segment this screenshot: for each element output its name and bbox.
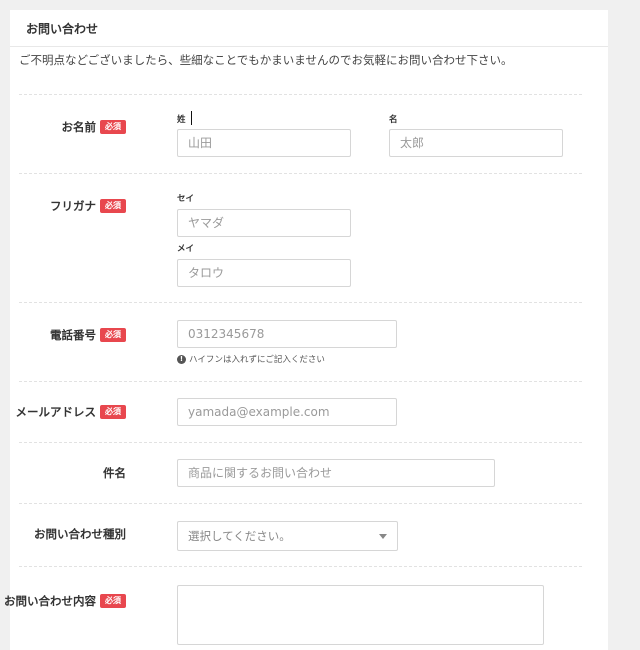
first-name-sublabel: 名: [389, 115, 398, 125]
furigana-row: フリガナ 必須 セイ メイ: [19, 173, 582, 304]
phone-help-text: ハイフンは入れずにご記入ください: [189, 355, 325, 365]
sei-sublabel: セイ: [177, 194, 195, 204]
inquiry-type-label-group: お問い合わせ種別: [34, 526, 126, 542]
name-row: お名前 必須 姓 名: [19, 94, 582, 175]
phone-label: 電話番号: [50, 328, 96, 342]
subject-input[interactable]: [177, 459, 495, 487]
email-label-group: メールアドレス 必須: [15, 404, 126, 420]
chevron-down-icon: [379, 533, 387, 539]
mei-sublabel: メイ: [177, 244, 195, 254]
inquiry-type-select[interactable]: 選択してください。: [177, 521, 398, 551]
first-name-input[interactable]: [389, 129, 563, 157]
required-badge: 必須: [100, 120, 126, 134]
subject-label: 件名: [103, 466, 126, 480]
name-label: お名前: [61, 120, 97, 134]
form-intro-text: ご不明点などございましたら、些細なことでもかまいませんのでお気軽にお問い合わせ下…: [19, 53, 513, 67]
form-title: お問い合わせ: [10, 10, 608, 47]
name-label-group: お名前 必須: [61, 119, 126, 135]
mei-input[interactable]: [177, 259, 351, 287]
email-label: メールアドレス: [15, 405, 97, 419]
info-icon: !: [177, 354, 186, 364]
sei-input[interactable]: [177, 209, 351, 237]
last-name-sublabel: 姓: [177, 115, 186, 125]
content-row: お問い合わせ内容 必須: [4, 566, 582, 647]
text-cursor: [191, 111, 192, 125]
subject-row: 件名: [19, 442, 582, 505]
required-badge: 必須: [100, 328, 126, 342]
phone-row: 電話番号 必須 ! ハイフンは入れずにご記入ください: [19, 302, 582, 383]
furigana-label-group: フリガナ 必須: [50, 198, 126, 214]
phone-input[interactable]: [177, 320, 397, 348]
phone-help: ! ハイフンは入れずにご記入ください: [177, 353, 325, 365]
content-label-group: お問い合わせ内容 必須: [4, 593, 126, 609]
phone-label-group: 電話番号 必須: [50, 327, 126, 343]
required-badge: 必須: [100, 199, 126, 213]
furigana-label: フリガナ: [50, 199, 96, 213]
required-badge: 必須: [100, 405, 126, 419]
email-row: メールアドレス 必須: [15, 381, 582, 444]
email-input[interactable]: [177, 398, 397, 426]
inquiry-type-label: お問い合わせ種別: [34, 527, 126, 541]
required-badge: 必須: [100, 594, 126, 608]
content-textarea[interactable]: [177, 585, 544, 645]
content-label: お問い合わせ内容: [4, 594, 96, 608]
subject-label-group: 件名: [103, 465, 126, 481]
inquiry-type-selected: 選択してください。: [188, 529, 291, 543]
last-name-input[interactable]: [177, 129, 351, 157]
inquiry-type-row: お問い合わせ種別 選択してください。: [19, 503, 582, 568]
